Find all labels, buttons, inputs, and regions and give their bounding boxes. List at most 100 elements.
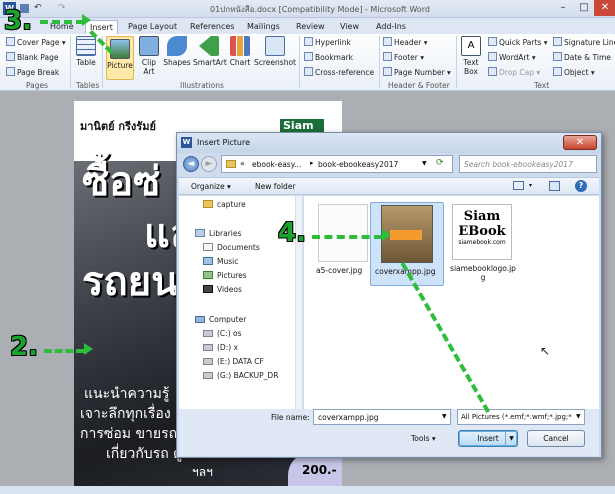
- nav-item-e-drive[interactable]: (E:) DATA CF: [203, 357, 264, 366]
- quick-parts-icon: [488, 37, 497, 46]
- nav-item-d-drive[interactable]: (D:) x: [203, 343, 238, 352]
- insert-button[interactable]: Insert ▼: [458, 430, 518, 447]
- footer-button[interactable]: Footer ▾: [383, 52, 424, 62]
- bookmark-button[interactable]: Bookmark: [304, 52, 353, 62]
- preview-pane-icon[interactable]: [549, 181, 560, 191]
- logo-siam-text: Siam: [463, 209, 501, 224]
- tab-review[interactable]: Review: [292, 20, 329, 35]
- quick-parts-button[interactable]: Quick Parts ▾: [488, 37, 547, 47]
- step-4-arrowhead: [382, 229, 391, 241]
- cover-author: มานิตย์ กรีงรัมย์: [80, 120, 156, 133]
- header-button[interactable]: Header ▾: [383, 37, 427, 47]
- nav-item-pictures[interactable]: Pictures: [203, 271, 247, 280]
- insert-dropdown-arrow[interactable]: ▼: [505, 431, 517, 446]
- breadcrumb-overflow[interactable]: «: [240, 159, 245, 168]
- cover-text-3: การซ่อม ขายรถ: [80, 426, 178, 442]
- table-button[interactable]: Table: [74, 36, 98, 80]
- page-number-button[interactable]: Page Number ▾: [383, 67, 451, 77]
- smartart-button[interactable]: SmartArt: [193, 36, 227, 80]
- forward-button[interactable]: ►: [201, 156, 217, 172]
- smartart-icon: [199, 36, 219, 56]
- nav-item-g-drive[interactable]: (G:) BACKUP_DR: [203, 371, 278, 380]
- nav-item-c-drive[interactable]: (C:) os: [203, 329, 242, 338]
- refresh-icon[interactable]: ⟳: [436, 158, 444, 168]
- nav-item-music[interactable]: Music: [203, 257, 238, 266]
- breadcrumb-item-1[interactable]: ebook-easy...: [252, 160, 301, 169]
- redo-icon[interactable]: ↷: [58, 3, 66, 13]
- text-box-button[interactable]: A Text Box: [459, 36, 483, 80]
- cancel-button[interactable]: Cancel: [527, 430, 585, 447]
- shapes-button[interactable]: Shapes: [163, 36, 191, 80]
- file-thumbnail: Siam EBook siamebook.com: [452, 204, 512, 260]
- page-break-button[interactable]: Page Break: [6, 67, 59, 77]
- tab-mailings[interactable]: Mailings: [243, 20, 284, 35]
- nav-item-computer[interactable]: Computer: [195, 315, 246, 324]
- cross-reference-button[interactable]: Cross-reference: [304, 67, 374, 77]
- step-3-annotation: 3.: [4, 6, 32, 36]
- shapes-icon: [167, 36, 187, 56]
- back-button[interactable]: ◄: [183, 156, 199, 172]
- nav-item-capture[interactable]: capture: [203, 200, 246, 209]
- chevron-down-icon[interactable]: ▼: [576, 413, 581, 420]
- tab-view[interactable]: View: [336, 20, 363, 35]
- cover-page-label: Cover Page: [17, 38, 60, 47]
- table-icon: [76, 36, 96, 56]
- dialog-title: Insert Picture: [197, 138, 250, 147]
- screenshot-button[interactable]: Screenshot: [254, 36, 296, 80]
- tools-menu[interactable]: Tools ▾: [411, 434, 436, 443]
- chevron-down-icon[interactable]: ▼: [422, 160, 427, 167]
- view-options-icon[interactable]: [513, 181, 524, 190]
- chart-button[interactable]: Chart: [228, 36, 252, 80]
- organize-button[interactable]: Organize ▾: [191, 182, 231, 191]
- file-type-select[interactable]: All Pictures (*.emf;*.wmf;*.jpg;* ▼: [457, 409, 585, 425]
- close-window-button[interactable]: ✕: [594, 0, 615, 16]
- table-label: Table: [76, 58, 96, 67]
- object-button[interactable]: Object ▾: [553, 67, 595, 77]
- dialog-toolbar: Organize ▾ New folder ▾ ?: [179, 177, 599, 195]
- page-break-icon: [6, 67, 15, 76]
- maximize-button[interactable]: □: [573, 0, 595, 16]
- address-bar[interactable]: « ebook-easy... ▸ book-ebookeasy2017 ▼ ⟳: [221, 155, 453, 173]
- drop-cap-button[interactable]: Drop Cap ▾: [488, 67, 540, 77]
- minimize-button[interactable]: –: [552, 0, 574, 16]
- date-time-button[interactable]: Date & Time: [553, 52, 611, 62]
- dialog-close-button[interactable]: ✕: [563, 135, 597, 150]
- picture-button[interactable]: Picture: [106, 36, 134, 80]
- hyperlink-button[interactable]: Hyperlink: [304, 37, 351, 47]
- blank-page-button[interactable]: Blank Page: [6, 52, 58, 62]
- nav-item-videos[interactable]: Videos: [203, 285, 242, 294]
- undo-icon[interactable]: ↶: [34, 3, 42, 13]
- ribbon: Cover Page ▾ Blank Page Page Break Pages…: [0, 34, 615, 91]
- chart-icon: [230, 36, 250, 56]
- tab-page-layout[interactable]: Page Layout: [124, 20, 181, 35]
- step-2-arrow: [44, 349, 84, 353]
- nav-item-libraries[interactable]: Libraries: [195, 229, 241, 238]
- chart-label: Chart: [229, 58, 251, 67]
- file-item[interactable]: Siam EBook siamebook.com siamebooklogo.j…: [444, 202, 518, 292]
- step-4-annotation: 4.: [278, 218, 306, 248]
- search-input[interactable]: Search book-ebookeasy2017: [459, 155, 597, 173]
- clip-art-button[interactable]: Clip Art: [138, 36, 160, 80]
- logo-url-text: siamebook.com: [458, 239, 506, 246]
- file-item[interactable]: a5-cover.jpg: [308, 202, 378, 286]
- divider: [70, 36, 71, 88]
- wordart-button[interactable]: WordArt ▾: [488, 52, 536, 62]
- chevron-down-icon[interactable]: ▼: [442, 413, 447, 420]
- nav-item-documents[interactable]: Documents: [203, 243, 260, 252]
- tab-references[interactable]: References: [186, 20, 238, 35]
- step-2-annotation: 2.: [10, 332, 38, 362]
- new-folder-button[interactable]: New folder: [255, 182, 296, 191]
- drive-icon: [203, 330, 213, 337]
- cover-page-button[interactable]: Cover Page ▾: [6, 37, 66, 47]
- tab-add-ins[interactable]: Add-Ins: [372, 20, 410, 35]
- file-name-input[interactable]: coverxampp.jpg ▼: [313, 409, 451, 425]
- breadcrumb-item-2[interactable]: book-ebookeasy2017: [318, 160, 398, 169]
- group-label-tables: Tables: [76, 81, 100, 90]
- group-label-text: Text: [534, 81, 550, 90]
- insert-label: Insert: [477, 434, 499, 443]
- screenshot-label: Screenshot: [254, 58, 296, 67]
- nav-label: capture: [217, 200, 246, 209]
- help-icon[interactable]: ?: [575, 180, 587, 192]
- signature-line-button[interactable]: Signature Line: [553, 37, 615, 47]
- chevron-down-icon[interactable]: ▾: [529, 182, 532, 189]
